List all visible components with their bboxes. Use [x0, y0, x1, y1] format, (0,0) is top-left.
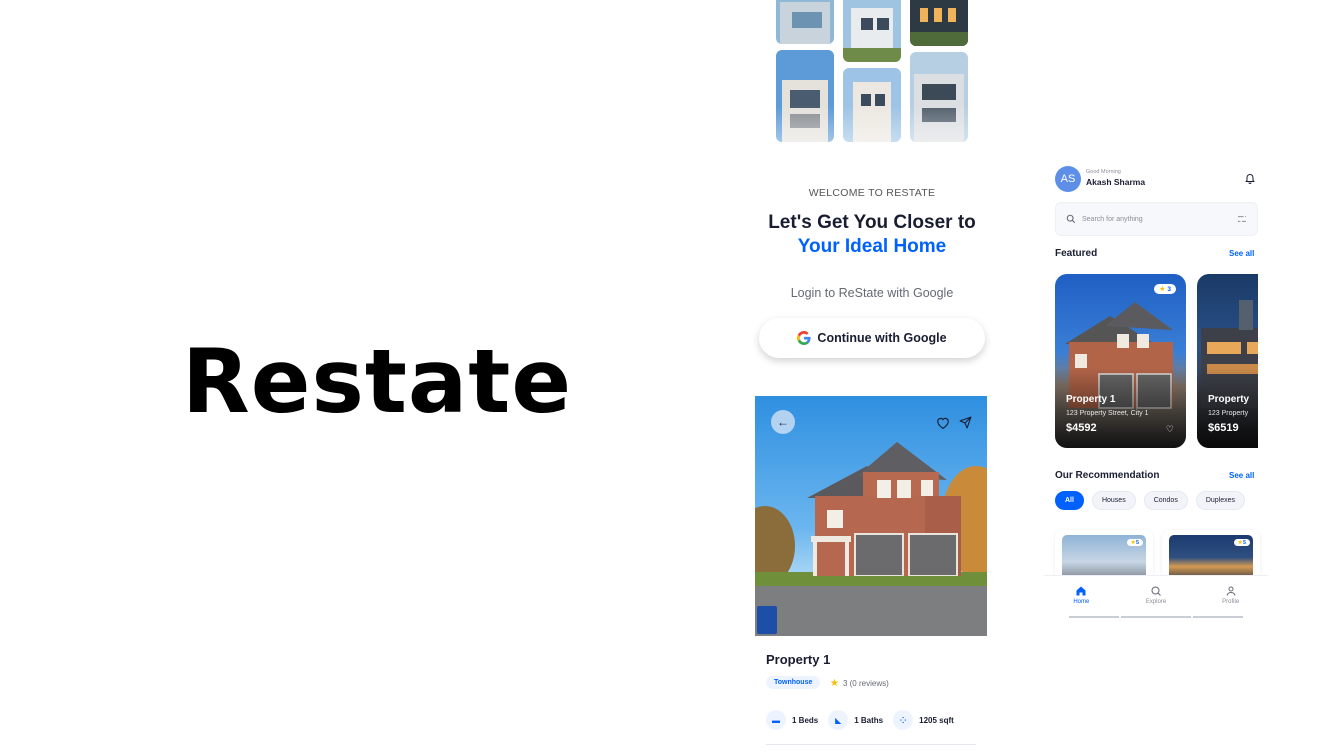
filter-chip-condos[interactable]: Condos [1143, 491, 1188, 510]
house-illustration [797, 436, 977, 576]
featured-card-address: 123 Property Street, City 1 [1066, 410, 1149, 417]
filter-chip-duplexes[interactable]: Duplexes [1195, 491, 1246, 510]
bath-icon: ◣ [828, 710, 849, 730]
fact-area: ⁘ 1205 sqft [893, 710, 954, 730]
back-arrow-icon[interactable]: ← [771, 410, 795, 434]
property-type-badge: Townhouse [766, 676, 821, 689]
featured-card-address: 123 Property [1208, 410, 1249, 417]
filter-chip-all[interactable]: All [1055, 491, 1084, 510]
bed-icon: ▬ [766, 710, 786, 730]
fact-label: 1 Beds [792, 715, 819, 725]
featured-card[interactable]: Property 123 Property $6519 [1197, 274, 1258, 448]
headline-line-2: Your Ideal Home [797, 236, 947, 257]
rating-value: 5 [1242, 540, 1246, 546]
tab-label: Home [1073, 599, 1090, 605]
featured-card-name: Property [1208, 394, 1250, 405]
house-tile [910, 0, 968, 46]
home-icon [1076, 586, 1086, 596]
area-icon: ⁘ [893, 710, 914, 730]
rating-value: 5 [1135, 540, 1139, 546]
fact-baths: ◣ 1 Baths [828, 710, 883, 730]
send-icon[interactable] [953, 410, 977, 434]
continue-with-google-button[interactable]: Continue with Google [759, 318, 985, 358]
tab-profile[interactable]: Profile [1193, 576, 1268, 621]
property-rating: ★ 3 (0 reviews) [830, 678, 889, 689]
featured-card[interactable]: ★ 3 Property 1 123 Property Street, City … [1055, 274, 1186, 448]
tab-label: Explore [1145, 599, 1167, 605]
star-icon: ★ [1159, 286, 1166, 293]
person-icon [1226, 586, 1236, 596]
tab-underline [1193, 616, 1243, 618]
featured-carousel: ★ 3 Property 1 123 Property Street, City … [1044, 160, 1258, 460]
property-hero-image: ← [755, 396, 987, 636]
trash-bin [757, 606, 777, 634]
rating-value: 3 [1167, 285, 1171, 293]
home-screen: AS Good Morning Akash Sharma Search for … [1044, 160, 1268, 630]
house-tile [843, 0, 901, 62]
property-facts: ▬ 1 Beds ◣ 1 Baths ⁘ 1205 sqft [766, 710, 954, 730]
bottom-tab-bar: Home Explore Profile [1044, 575, 1268, 621]
tab-home[interactable]: Home [1044, 576, 1119, 621]
canvas: Restate WELCOME TO RESTATE Let's Get You… [0, 0, 1344, 756]
recommendation-see-all-link[interactable]: See all [1229, 471, 1254, 480]
google-button-label: Continue with Google [817, 331, 947, 345]
rating-badge: ★ 3 [1154, 284, 1176, 294]
brand-title: Restate [182, 330, 573, 433]
filter-chip-houses[interactable]: Houses [1091, 491, 1136, 510]
tab-underline [1069, 616, 1119, 618]
featured-card-price: $6519 [1208, 422, 1239, 434]
fact-label: 1 Baths [854, 715, 884, 725]
star-icon: ★ [830, 678, 839, 689]
headline-line-1: Let's Get You Closer to [768, 212, 976, 233]
signin-headline: Let's Get You Closer to Your Ideal Home [756, 211, 988, 259]
filter-chips: All Houses Condos Duplexes [1055, 491, 1246, 510]
recommendation-title: Our Recommendation [1055, 470, 1160, 481]
heart-icon[interactable]: ♡ [1166, 424, 1174, 435]
recommendation-card[interactable]: ★5 [1055, 530, 1153, 580]
tab-explore[interactable]: Explore [1119, 576, 1194, 621]
google-icon [797, 331, 811, 345]
fact-label: 1205 sqft [919, 715, 954, 725]
login-with-label: Login to ReState with Google [790, 286, 954, 300]
welcome-label: WELCOME TO RESTATE [808, 187, 936, 199]
tab-underline [1121, 616, 1191, 618]
tab-label: Profile [1222, 599, 1240, 605]
search-icon [1151, 586, 1161, 596]
fact-beds: ▬ 1 Beds [766, 710, 818, 730]
rating-text: 3 (0 reviews) [842, 679, 889, 688]
recommendation-card[interactable]: ★5 [1162, 530, 1260, 580]
heart-icon[interactable] [931, 410, 955, 434]
featured-card-name: Property 1 [1066, 394, 1116, 405]
house-photo-grid [774, 0, 970, 186]
property-title: Property 1 [766, 652, 831, 667]
featured-card-price: $4592 [1066, 422, 1097, 434]
divider [766, 744, 976, 745]
signin-screen: WELCOME TO RESTATE Let's Get You Closer … [756, 0, 988, 380]
property-detail-screen: ← Property 1 Townhouse ★ 3 (0 reviews) ▬… [755, 396, 987, 756]
house-tile [776, 0, 834, 44]
rating-badge: ★5 [1126, 539, 1143, 546]
rating-badge: ★5 [1233, 539, 1250, 546]
